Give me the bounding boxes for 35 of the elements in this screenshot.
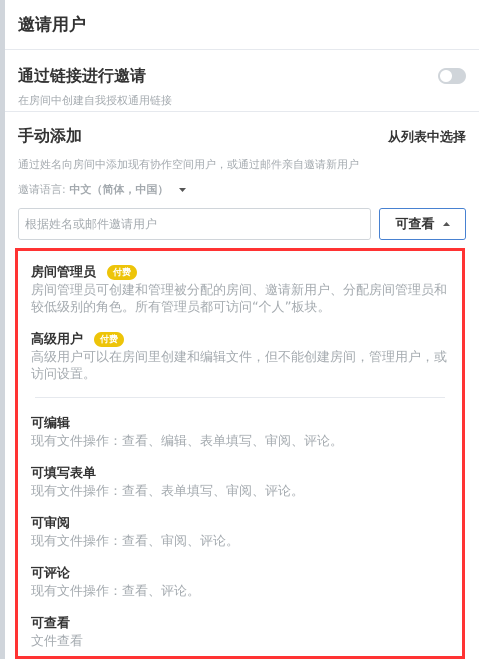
role-title: 可查看 <box>31 615 70 632</box>
section-title: 手动添加 <box>18 126 82 147</box>
role-title: 可评论 <box>31 565 70 582</box>
role-option[interactable]: 可编辑 现有文件操作：查看、编辑、表单填写、审阅、评论。 <box>31 406 449 456</box>
role-option[interactable]: 可审阅 现有文件操作：查看、审阅、评论。 <box>31 506 449 556</box>
language-label: 邀请语言: <box>18 182 66 197</box>
role-title: 可编辑 <box>31 414 70 432</box>
role-description: 房间管理员可创建和管理被分配的房间、邀请新用户、分配房间管理员和较低级别的角色。所有管理员都可访问“个人”板块。 <box>31 282 448 316</box>
toggle-switch[interactable] <box>438 68 466 84</box>
role-description: 现有文件操作：查看、编辑、表单填写、审阅、评论。 <box>31 433 344 450</box>
role-option[interactable]: 高级用户 付费 高级用户可以在房间里创建和编辑文件，但不能创建房间，管理用户，或访问设置。 <box>31 322 449 389</box>
role-option[interactable]: 可查看 文件查看 <box>31 606 449 656</box>
role-title: 高级用户 <box>31 330 83 348</box>
role-title: 可审阅 <box>31 514 70 532</box>
role-description: 文件查看 <box>31 633 84 650</box>
role-description: 现有文件操作：查看、审阅、评论。 <box>31 533 240 550</box>
role-option[interactable]: 房间管理员 付费 房间管理员可创建和管理被分配的房间、邀请新用户、分配房间管理员和较低级别的角色。所有管理员都可访问“个人”板块。 <box>31 255 449 322</box>
paid-badge: 付费 <box>94 332 124 346</box>
role-title: 房间管理员 <box>31 264 96 281</box>
role-description: 现有文件操作：查看、评论。 <box>31 583 201 600</box>
paid-badge: 付费 <box>107 264 137 280</box>
role-dropdown-button[interactable]: 可查看 <box>379 208 466 240</box>
role-option[interactable]: 可评论 现有文件操作：查看、评论。 <box>31 556 449 606</box>
invite-search-field[interactable]: 根据姓名或邮件邀请用户 <box>18 208 371 240</box>
role-title: 可填写表单 <box>31 465 96 482</box>
role-description: 高级用户可以在房间里创建和编辑文件，但不能创建房间，管理用户，或访问设置。 <box>31 349 448 383</box>
section-description: 在房间中创建自我授权通用链接 <box>18 92 173 108</box>
role-description: 现有文件操作：查看、表单填写、审阅、评论。 <box>31 483 305 500</box>
caret-icon <box>178 188 186 192</box>
section-title: 通过链接进行邀请 <box>18 66 146 87</box>
role-option[interactable]: 可填写表单 现有文件操作：查看、表单填写、审阅、评论。 <box>31 456 449 506</box>
dialog-title: 邀请用户 <box>18 14 86 36</box>
select-from-list-link[interactable]: 从列表中选择 <box>388 128 466 146</box>
section-description: 通过姓名向房间中添加现有协作空间用户，或通过邮件亲自邀请新用户 <box>18 157 360 172</box>
caret-icon <box>442 222 450 226</box>
